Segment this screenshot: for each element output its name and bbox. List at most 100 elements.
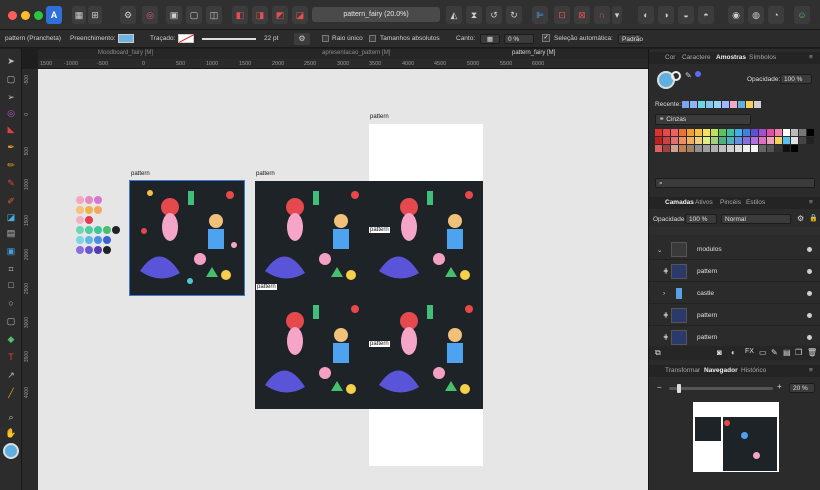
arrange-backward-icon[interactable]: ◨	[252, 6, 268, 24]
visibility-dot[interactable]	[807, 335, 812, 340]
boolean-add-icon[interactable]: ◐	[638, 6, 654, 24]
ellipse-tool-icon[interactable]: ○	[5, 297, 17, 309]
pen-tool-icon[interactable]: ✒	[5, 141, 17, 153]
fx-icon[interactable]: FX	[745, 348, 754, 355]
flip-vertical-icon[interactable]: ⧗	[466, 6, 482, 24]
brush-icon[interactable]: ✎	[771, 348, 778, 357]
arrange-back-icon[interactable]: ◧	[232, 6, 248, 24]
palette-dropdown[interactable]: ⚭ Cinzas	[655, 114, 751, 125]
boolean-divide-icon[interactable]: ◓	[698, 6, 714, 24]
invert-selection-icon[interactable]: ◫	[206, 6, 222, 24]
chevron-right-icon[interactable]: ›	[663, 290, 665, 297]
arrange-front-icon[interactable]: ◪	[292, 6, 308, 24]
transparency-tool-icon[interactable]: ◪	[5, 211, 17, 223]
canvas[interactable]: pattern pattern pattern pattern pattern …	[38, 69, 648, 490]
align-icon[interactable]: ⊫	[532, 6, 548, 24]
pencil-tool-icon[interactable]: ✏	[5, 159, 17, 171]
fill-swatch[interactable]	[118, 34, 134, 43]
boolean-intersect-icon[interactable]: ◒	[678, 6, 694, 24]
node-tool-icon[interactable]: ➢	[5, 91, 17, 103]
contour-tool-icon[interactable]: ◎	[5, 107, 17, 119]
tab-caractere[interactable]: Caractere	[682, 54, 711, 61]
tab-ativos[interactable]: Ativos	[695, 199, 713, 206]
slice-tool-icon[interactable]: ╱	[5, 387, 17, 399]
blend-mode-dropdown[interactable]: Normal	[721, 214, 791, 224]
layer-row[interactable]: ⌄ modulos	[649, 239, 820, 260]
zoom-window-button[interactable]	[34, 11, 43, 20]
visibility-dot[interactable]	[807, 269, 812, 274]
tab-cor[interactable]: Cor	[665, 54, 675, 61]
panel-menu-icon[interactable]: ≡	[809, 367, 813, 374]
move-tool-icon[interactable]: ➤	[5, 55, 17, 67]
artboard-pattern-tiled[interactable]	[255, 181, 483, 409]
chevron-down-icon[interactable]: ⌄	[657, 246, 662, 254]
opacity-field[interactable]: 100 %	[780, 74, 812, 84]
rounded-rectangle-tool-icon[interactable]: ▢	[5, 315, 17, 327]
place-image-tool-icon[interactable]: ▣	[5, 245, 17, 257]
stroke-width-value[interactable]: 22 pt	[264, 35, 278, 42]
snapping-icon[interactable]: ◎	[142, 6, 158, 24]
stroke-color-circle[interactable]	[671, 71, 681, 81]
crop-tool-icon[interactable]: ⌗	[5, 263, 17, 275]
layer-row[interactable]: › castle	[649, 283, 820, 304]
fill-tool-icon[interactable]: ✐	[5, 195, 17, 207]
snap-grid-icon[interactable]: ⊡	[554, 6, 570, 24]
layout-persona-icon[interactable]: ▦	[72, 6, 86, 24]
corner-type-button[interactable]: ▦	[480, 34, 500, 44]
rectangle-tool-icon[interactable]: □	[5, 279, 17, 291]
gradient-tool-icon[interactable]: ▤	[5, 227, 17, 239]
zoom-slider[interactable]	[669, 384, 773, 393]
artboard-pattern-selected[interactable]	[129, 180, 245, 296]
group-icon[interactable]: ▭	[759, 348, 767, 357]
zoom-in-icon[interactable]: +	[777, 382, 782, 391]
tab-simbolos[interactable]: Símbolos	[749, 54, 776, 61]
gear-icon[interactable]: ⚙	[797, 214, 804, 223]
swatch-search-field[interactable]: ⌕	[655, 178, 815, 188]
corner-tool-icon[interactable]: ◣	[5, 123, 17, 135]
tab-navegador[interactable]: Navegador	[704, 367, 738, 374]
arrange-forward-icon[interactable]: ◩	[272, 6, 288, 24]
layer-row[interactable]: ⋕ pattern	[649, 305, 820, 326]
snap-magnet-icon[interactable]: ∩	[594, 6, 610, 24]
corner-value-field[interactable]: 0 %	[504, 34, 534, 44]
trash-icon[interactable]: 🗑	[807, 348, 817, 357]
visibility-dot[interactable]	[807, 291, 812, 296]
grid-persona-icon[interactable]: ⊞	[88, 6, 102, 24]
eyedropper-tool-icon[interactable]: ↗	[5, 369, 17, 381]
stroke-width-slider[interactable]	[202, 38, 256, 40]
rotate-right-icon[interactable]: ↻	[506, 6, 522, 24]
tab-moodboard[interactable]: Moodboard_fairy [M]	[98, 50, 153, 56]
adjustment-icon[interactable]: ◐	[731, 348, 736, 357]
minimize-window-button[interactable]	[21, 11, 30, 20]
account-icon[interactable]: ☺	[794, 6, 810, 24]
snap-dropdown-icon[interactable]: ▾	[612, 6, 622, 24]
select-all-icon[interactable]: ▣	[166, 6, 182, 24]
close-window-button[interactable]	[8, 11, 17, 20]
navigator-preview[interactable]	[693, 402, 779, 472]
flip-horizontal-icon[interactable]: ◭	[446, 6, 462, 24]
fill-color-well[interactable]	[3, 443, 19, 459]
tab-pattern-fairy[interactable]: pattern_fairy [M]	[512, 50, 555, 56]
new-layer-icon[interactable]: ▤	[783, 348, 791, 357]
vector-brush-tool-icon[interactable]: ✎	[5, 177, 17, 189]
panel-menu-icon[interactable]: ≡	[809, 199, 813, 206]
single-radius-checkbox[interactable]	[322, 35, 329, 42]
tab-transformar[interactable]: Transformar	[665, 367, 700, 374]
artboard-tool-icon[interactable]: ▢	[5, 73, 17, 85]
eyedropper-icon[interactable]: ✎	[685, 71, 692, 80]
snap-bounds-icon[interactable]: ⊠	[574, 6, 590, 24]
absolute-sizes-checkbox[interactable]	[369, 35, 376, 42]
deselect-icon[interactable]: ▢	[186, 6, 202, 24]
layer-row[interactable]: ⋕ pattern	[649, 261, 820, 282]
gear-icon[interactable]: ⚙	[294, 33, 310, 45]
artboard-white-top[interactable]	[369, 124, 483, 181]
auto-select-checkbox[interactable]: ✓	[542, 34, 550, 42]
rotate-left-icon[interactable]: ↺	[486, 6, 502, 24]
lock-icon[interactable]: 🔒	[809, 214, 818, 222]
mask-icon[interactable]: ◙	[717, 348, 722, 357]
swatch-grid[interactable]	[655, 129, 815, 161]
zoom-out-icon[interactable]: −	[657, 383, 662, 392]
recent-swatches[interactable]	[682, 101, 762, 108]
hand-tool-icon[interactable]: ✋	[5, 427, 17, 439]
visibility-dot[interactable]	[807, 313, 812, 318]
